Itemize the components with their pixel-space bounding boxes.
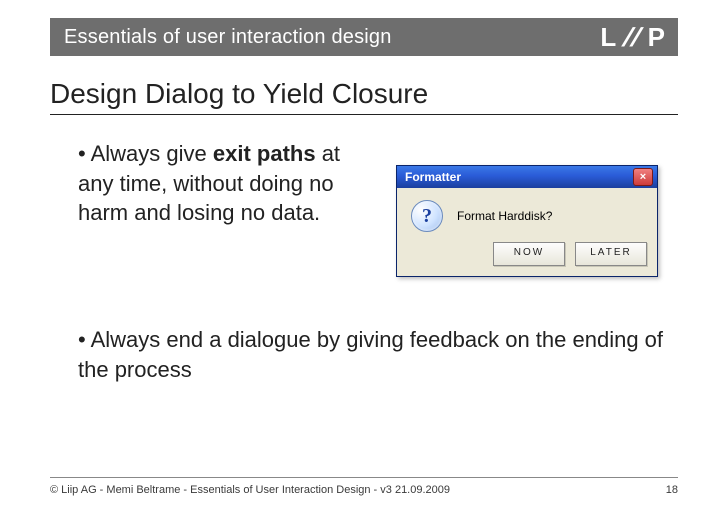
windows-dialog: Formatter × ? Format Harddisk? NOW LATER <box>396 165 658 277</box>
dialog-titlebar: Formatter × <box>397 166 657 188</box>
bullet-2: • Always end a dialogue by giving feedba… <box>78 325 668 384</box>
bullet-1: • Always give exit paths at any time, wi… <box>78 139 668 277</box>
slide-heading: Design Dialog to Yield Closure <box>50 78 678 115</box>
logo-slashes-icon: // <box>620 22 645 53</box>
slide-body: • Always give exit paths at any time, wi… <box>50 115 678 384</box>
dialog-button-row: NOW LATER <box>397 242 657 276</box>
footer-credit: © Liip AG - Memi Beltrame - Essentials o… <box>50 484 450 496</box>
bullet-2-text: • Always end a dialogue by giving feedba… <box>78 327 663 382</box>
dialog-message: Format Harddisk? <box>457 208 552 224</box>
header-banner: Essentials of user interaction design L … <box>50 18 678 56</box>
dialog-illustration: Formatter × ? Format Harddisk? NOW LATER <box>396 165 658 277</box>
dialog-title: Formatter <box>405 169 461 185</box>
slide: Essentials of user interaction design L … <box>0 0 728 514</box>
now-button[interactable]: NOW <box>493 242 565 266</box>
question-icon: ? <box>411 200 443 232</box>
liip-logo: L // P <box>600 22 666 53</box>
slide-footer: © Liip AG - Memi Beltrame - Essentials o… <box>50 477 678 496</box>
close-icon[interactable]: × <box>633 168 653 186</box>
dialog-body: ? Format Harddisk? <box>397 188 657 242</box>
logo-letter-l: L <box>600 22 617 53</box>
footer-page-number: 18 <box>666 484 678 496</box>
bullet-1-text: • Always give exit paths at any time, wi… <box>78 139 378 228</box>
later-button[interactable]: LATER <box>575 242 647 266</box>
bullet-1-bold: exit paths <box>213 141 316 166</box>
banner-title: Essentials of user interaction design <box>64 26 392 49</box>
bullet-1-pre: • Always give <box>78 141 213 166</box>
logo-letter-p: P <box>648 22 666 53</box>
